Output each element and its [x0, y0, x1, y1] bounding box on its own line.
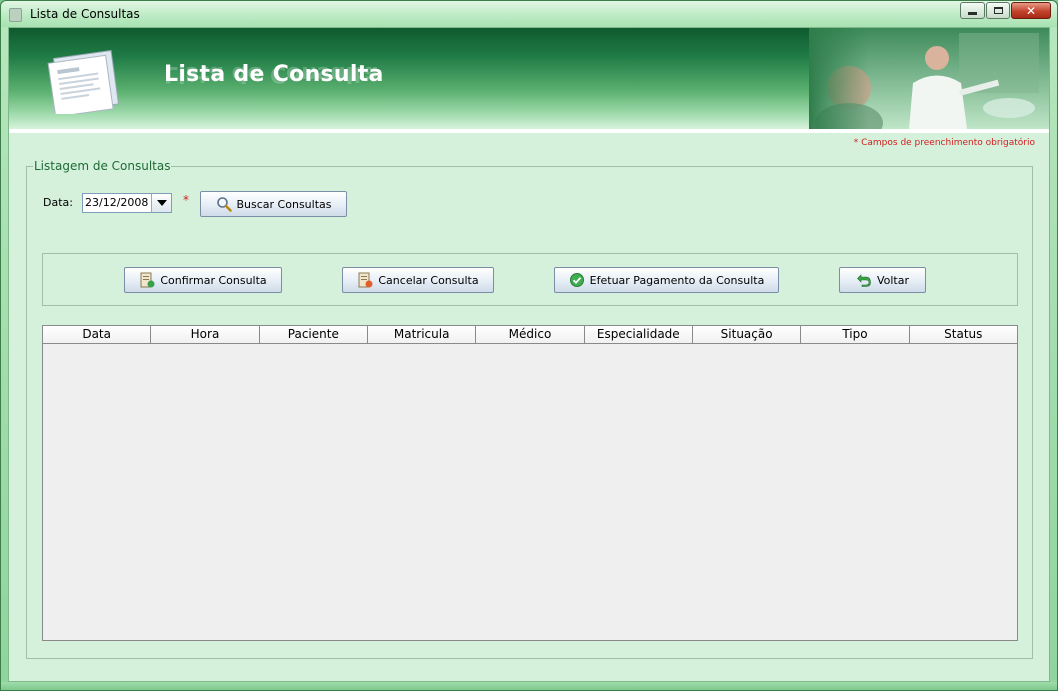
- column-header-matricula[interactable]: Matricula: [368, 326, 477, 343]
- cancel-icon: [357, 272, 373, 288]
- title-bar[interactable]: Lista de Consultas ✕: [1, 1, 1057, 27]
- banner-separator: [9, 129, 1049, 133]
- listing-group-legend: Listagem de Consultas: [33, 159, 172, 173]
- doctor-photo: [809, 28, 1049, 129]
- document-icon: [47, 49, 120, 114]
- header-banner: Lista de Consulta Lista de Consulta: [9, 28, 1049, 129]
- maximize-button[interactable]: [986, 2, 1010, 19]
- column-header-situacao[interactable]: Situação: [693, 326, 802, 343]
- window-title: Lista de Consultas: [30, 7, 140, 21]
- column-header-data[interactable]: Data: [43, 326, 152, 343]
- actions-panel: Confirmar Consulta Cancelar Consulta Efe…: [42, 253, 1018, 306]
- consultations-table[interactable]: Data Hora Paciente Matricula Médico Espe…: [42, 325, 1018, 641]
- search-button-label: Buscar Consultas: [236, 197, 332, 211]
- back-button[interactable]: Voltar: [839, 267, 926, 293]
- minimize-icon: [968, 12, 977, 15]
- search-consultations-button[interactable]: Buscar Consultas: [200, 191, 347, 217]
- check-circle-icon: [569, 272, 585, 288]
- date-label: Data:: [43, 196, 73, 209]
- banner-title-reflection: Lista de Consulta: [164, 61, 379, 86]
- application-window: Lista de Consultas ✕ Lista de Consulta L…: [0, 0, 1058, 691]
- client-area: Lista de Consulta Lista de Consulta * Ca…: [8, 27, 1050, 682]
- column-header-hora[interactable]: Hora: [151, 326, 260, 343]
- column-header-status[interactable]: Status: [910, 326, 1017, 343]
- column-header-medico[interactable]: Médico: [476, 326, 585, 343]
- listing-group: Listagem de Consultas Data: 23/12/2008 *…: [26, 159, 1033, 659]
- minimize-button[interactable]: [960, 2, 985, 19]
- column-header-paciente[interactable]: Paciente: [260, 326, 368, 343]
- search-icon: [216, 196, 232, 212]
- date-value[interactable]: 23/12/2008: [85, 196, 148, 209]
- required-fields-note: * Campos de preenchimento obrigatório: [853, 138, 1035, 148]
- cancel-button-label: Cancelar Consulta: [378, 273, 479, 287]
- pay-button-label: Efetuar Pagamento da Consulta: [589, 273, 765, 287]
- table-header: Data Hora Paciente Matricula Médico Espe…: [43, 326, 1017, 344]
- required-marker: *: [183, 193, 189, 207]
- close-button[interactable]: ✕: [1011, 2, 1051, 19]
- cancel-consultation-button[interactable]: Cancelar Consulta: [342, 267, 494, 293]
- date-dropdown-button[interactable]: [151, 194, 171, 212]
- back-arrow-icon: [856, 272, 872, 288]
- app-icon: [9, 8, 22, 22]
- confirm-consultation-button[interactable]: Confirmar Consulta: [124, 267, 282, 293]
- close-icon: ✕: [1025, 3, 1037, 18]
- window-bottom-frame: [1, 682, 1057, 690]
- back-button-label: Voltar: [876, 273, 910, 287]
- pay-consultation-button[interactable]: Efetuar Pagamento da Consulta: [554, 267, 779, 293]
- confirm-icon: [139, 272, 155, 288]
- column-header-tipo[interactable]: Tipo: [801, 326, 910, 343]
- column-header-especialidade[interactable]: Especialidade: [585, 326, 693, 343]
- confirm-button-label: Confirmar Consulta: [160, 273, 267, 287]
- date-field[interactable]: 23/12/2008: [82, 193, 172, 213]
- maximize-icon: [993, 7, 1003, 14]
- chevron-down-icon: [156, 200, 167, 206]
